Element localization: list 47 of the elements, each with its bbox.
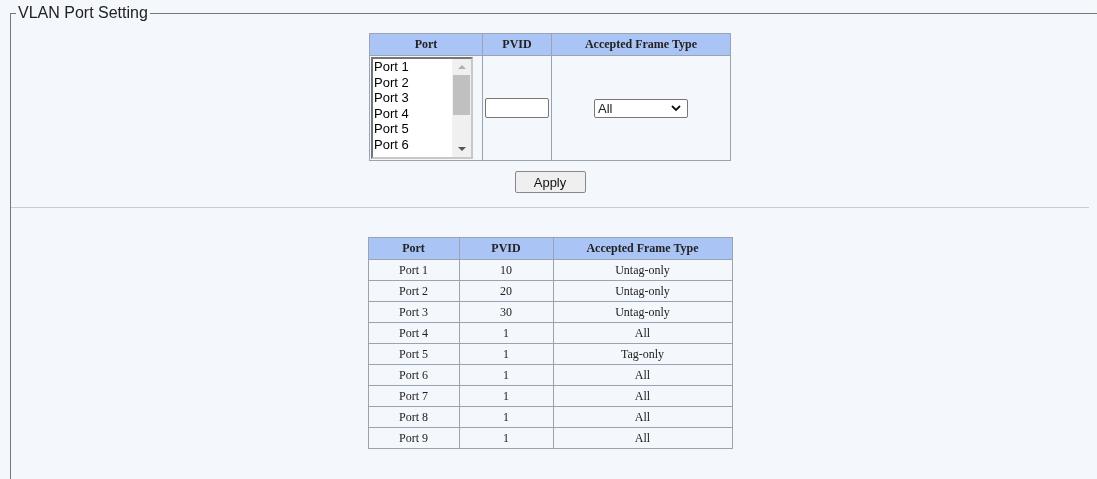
port-option[interactable]: Port 5 <box>373 121 452 137</box>
column-header: Port <box>368 237 459 260</box>
column-header: Accepted Frame Type <box>551 33 731 56</box>
pvid-input[interactable] <box>485 98 549 118</box>
table-cell: Untag-only <box>553 301 732 323</box>
table-cell: 10 <box>459 259 553 281</box>
table-cell: Port 6 <box>368 364 459 386</box>
table-cell: Untag-only <box>553 280 732 302</box>
table-cell: All <box>553 406 732 428</box>
table-cell: All <box>553 322 732 344</box>
table-cell: 30 <box>459 301 553 323</box>
column-header: PVID <box>482 33 552 56</box>
port-option[interactable]: Port 1 <box>373 59 452 75</box>
table-cell: Tag-only <box>553 343 732 365</box>
table-cell: 1 <box>459 427 553 449</box>
column-header: PVID <box>459 237 553 260</box>
column-header: Accepted Frame Type <box>553 237 732 260</box>
table-cell: Untag-only <box>553 259 732 281</box>
table-cell: All <box>553 385 732 407</box>
table-cell: All <box>553 364 732 386</box>
port-option[interactable]: Port 3 <box>373 90 452 106</box>
table-cell: Port 1 <box>368 259 459 281</box>
port-option[interactable]: Port 2 <box>373 74 452 90</box>
apply-button[interactable]: Apply <box>514 171 586 193</box>
table-cell: Port 4 <box>368 322 459 344</box>
port-option[interactable]: Port 6 <box>373 136 452 152</box>
table-cell: 1 <box>459 343 553 365</box>
table-cell: Port 2 <box>368 280 459 302</box>
table-cell: 1 <box>459 364 553 386</box>
table-cell: Port 3 <box>368 301 459 323</box>
chevron-down-icon <box>671 104 681 112</box>
table-cell: 1 <box>459 322 553 344</box>
scroll-thumb[interactable] <box>453 75 470 115</box>
table-cell: All <box>553 427 732 449</box>
section-title: VLAN Port Setting <box>16 3 150 23</box>
port-listbox[interactable]: Port 1 Port 2 Port 3 Port 4 Port 5 Port 6 <box>371 57 473 159</box>
table-cell: Port 7 <box>368 385 459 407</box>
frame-type-select[interactable]: All <box>594 98 688 118</box>
table-cell: Port 9 <box>368 427 459 449</box>
column-header: Port <box>369 33 483 56</box>
table-cell: 1 <box>459 385 553 407</box>
table-cell: Port 8 <box>368 406 459 428</box>
table-cell: 20 <box>459 280 553 302</box>
port-option[interactable]: Port 4 <box>373 105 452 121</box>
table-cell: Port 5 <box>368 343 459 365</box>
scrollbar[interactable] <box>452 59 471 157</box>
table-cell: 1 <box>459 406 553 428</box>
